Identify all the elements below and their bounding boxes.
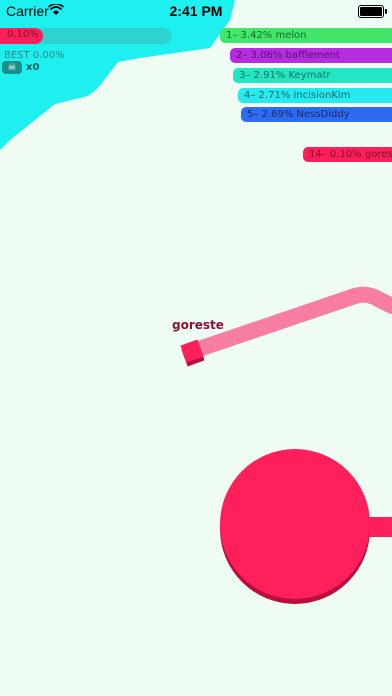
best-score: BEST 0.00% [4, 50, 65, 61]
player-name: goreste [172, 318, 224, 332]
territory-percent: 0.10% [7, 29, 39, 40]
leaderboard-row: 1– 3.42% melon [220, 28, 392, 43]
leaderboard-row: 5– 2.69% NessDiddy [241, 107, 392, 122]
status-bar: Carrier 2:41 PM [0, 0, 392, 22]
territory-progress-bar: 0.10% [0, 28, 172, 44]
battery-icon [358, 5, 387, 18]
skull-icon: ☠ [2, 61, 22, 74]
leaderboard-row: 2– 3.06% bafflement [230, 48, 392, 63]
player-trail [188, 286, 392, 358]
game-arena[interactable] [0, 0, 392, 696]
enemy-territory [0, 0, 235, 150]
status-time: 2:41 PM [169, 3, 223, 19]
kill-count: x0 [26, 62, 40, 73]
leaderboard-row: 3– 2.91% Keymatr [233, 68, 392, 83]
player-territory [220, 449, 370, 599]
leaderboard-row: 4– 2.71% incisionKim [238, 88, 392, 103]
leaderboard-row-self: 14– 0.10% goreste [303, 147, 392, 162]
